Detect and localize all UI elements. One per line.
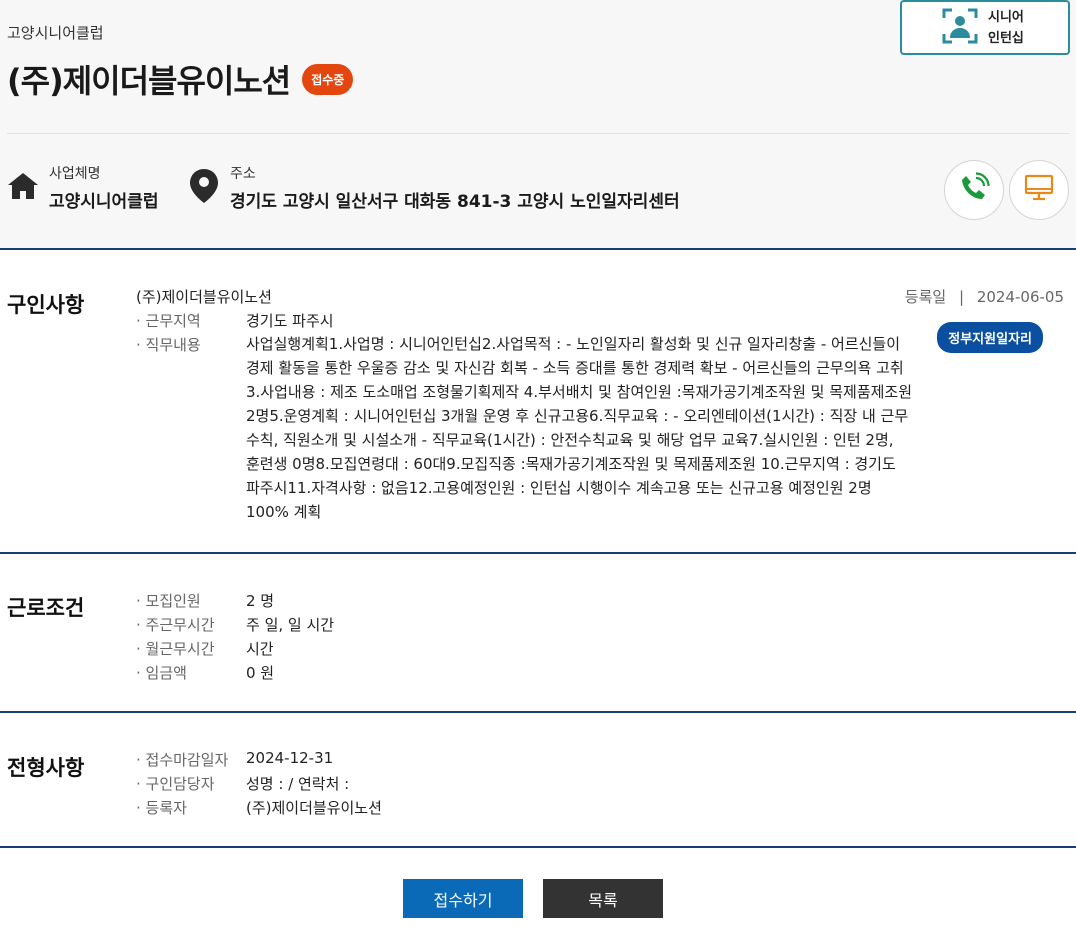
registration-date: 등록일 | 2024-06-05: [905, 286, 1064, 307]
homepage-button[interactable]: [1009, 160, 1069, 220]
conditions-row-value: 주 일, 일 시간: [246, 616, 335, 634]
business-info: 사업체명 고양시니어클럽: [7, 163, 158, 212]
screening-row-label: · 접수마감일자: [136, 751, 229, 769]
conditions-row: · 임금액 0 원: [136, 662, 274, 683]
screening-section-title: 전형사항: [7, 756, 85, 780]
screening-row-label: · 구인담당자: [136, 775, 215, 793]
conditions-section-title: 근로조건: [7, 596, 85, 620]
address-value: 경기도 고양시 일산서구 대화동 841-3 고양시 노인일자리센터: [230, 192, 680, 212]
conditions-row: · 월근무시간 시간: [136, 638, 274, 659]
page-title: (주)제이더블유이노션: [7, 62, 291, 100]
job-desc-value: 사업실행계획1.사업명 : 시니어인턴십2.사업목적 : - 노인일자리 활성화…: [246, 335, 913, 521]
work-area-label: · 근무지역: [136, 312, 201, 330]
conditions-row-value: 0 원: [246, 664, 275, 682]
conditions-row: · 모집인원 2 명: [136, 590, 274, 611]
phone-button[interactable]: [944, 160, 1004, 220]
screening-row: · 접수마감일자 2024-12-31: [136, 749, 333, 770]
senior-internship-label: 시니어 인턴십: [988, 9, 1024, 46]
screening-row-label: · 등록자: [136, 799, 187, 817]
address-info: 주소 경기도 고양시 일산서구 대화동 841-3 고양시 노인일자리센터: [188, 163, 680, 212]
conditions-row-label: · 모집인원: [136, 592, 201, 610]
header-divider: [7, 133, 1069, 134]
conditions-row-value: 2 명: [246, 592, 275, 610]
screening-row: · 등록자 (주)제이더블유이노션: [136, 797, 382, 818]
screening-row-value: 2024-12-31: [246, 749, 334, 767]
conditions-row-value: 시간: [246, 640, 274, 658]
monitor-icon: [1023, 173, 1055, 207]
work-area-value: 경기도 파주시: [246, 312, 334, 330]
person-frame-icon: [942, 8, 978, 48]
recruit-company-row: (주)제이더블유이노션: [136, 286, 272, 307]
conditions-row-label: · 월근무시간: [136, 640, 215, 658]
list-button[interactable]: 목록: [543, 879, 663, 918]
title-row: (주)제이더블유이노션 접수중: [7, 56, 354, 102]
screening-row-value: 성명 : / 연락처 :: [246, 775, 350, 793]
work-area-row: · 근무지역 경기도 파주시: [136, 310, 334, 331]
location-pin-icon: [188, 168, 220, 208]
apply-button[interactable]: 접수하기: [403, 879, 523, 918]
gov-support-badge: 정부지원일자리: [937, 322, 1043, 353]
reg-date-separator: |: [958, 288, 965, 306]
recruit-section-title: 구인사항: [7, 293, 85, 317]
reg-date-label: 등록일: [904, 288, 947, 306]
screening-row-value: (주)제이더블유이노션: [246, 799, 382, 817]
recruit-company: (주)제이더블유이노션: [136, 288, 272, 306]
org-name-small: 고양시니어클럽: [7, 24, 104, 42]
status-badge: 접수중: [302, 63, 354, 95]
conditions-row: · 주근무시간 주 일, 일 시간: [136, 614, 334, 635]
job-desc-label: · 직무내용: [136, 336, 201, 354]
job-desc-row: · 직무내용: [136, 334, 246, 355]
address-label: 주소: [230, 166, 256, 182]
home-icon: [7, 171, 39, 205]
reg-date-value: 2024-06-05: [976, 288, 1064, 306]
conditions-row-label: · 임금액: [136, 664, 187, 682]
conditions-row-label: · 주근무시간: [136, 616, 215, 634]
senior-internship-button[interactable]: 시니어 인턴십: [900, 0, 1070, 55]
job-header: 고양시니어클럽 (주)제이더블유이노션 접수중 시니어 인턴십 사업체명 고양시…: [0, 0, 1076, 250]
screening-row: · 구인담당자 성명 : / 연락처 :: [136, 773, 349, 794]
phone-icon: [958, 172, 990, 208]
business-value: 고양시니어클럽: [49, 192, 159, 212]
business-label: 사업체명: [49, 166, 101, 182]
